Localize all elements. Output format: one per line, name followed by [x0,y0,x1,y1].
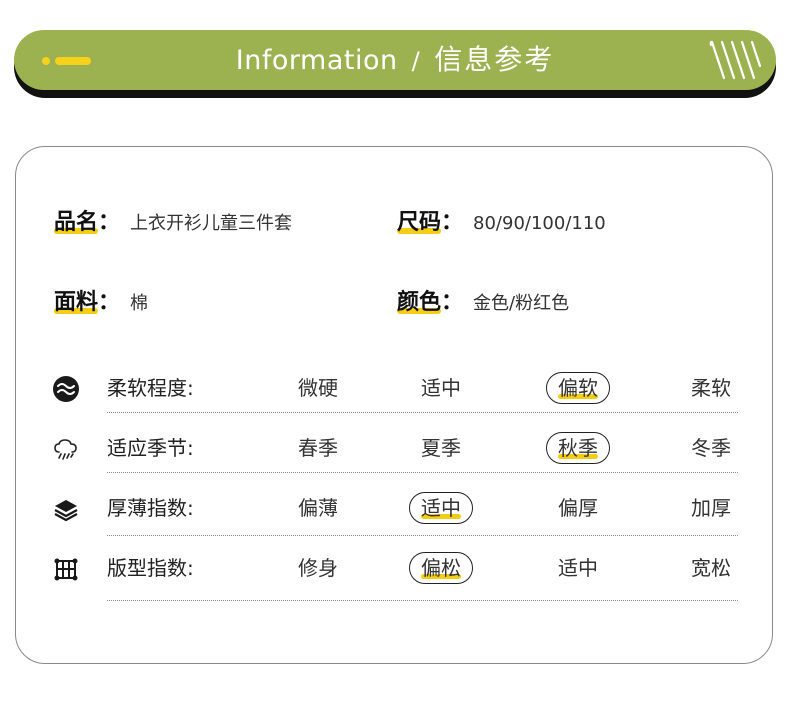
option: 偏厚 [558,496,598,520]
attr-label: 版型指数: [107,556,194,580]
title-en: Information [235,45,398,76]
name-colon: ： [98,210,121,235]
attr-label: 厚薄指数: [107,496,194,520]
option: 宽松 [691,556,731,580]
attr-label: 柔软程度: [107,376,194,400]
color-colon: ： [441,290,464,315]
option: 冬季 [691,436,731,460]
fabric-colon: ： [98,290,121,315]
info-size: 尺码 ： 80/90/100/110 [397,204,606,236]
option: 微硬 [298,376,338,400]
row-divider [107,472,738,473]
attr-row-fit: 版型指数: 修身 偏松 适中 宽松 [0,548,790,588]
fabric-value: 棉 [130,293,149,314]
grid-frame-icon [54,558,78,581]
option-selected: 秋季 [546,432,610,464]
cloud-rain-icon [54,439,77,460]
option: 夏季 [421,436,461,460]
title-cn: 信息参考 [434,43,555,76]
option-selected: 适中 [409,492,473,524]
stripes-icon [709,40,762,80]
name-value: 上衣开衫儿童三件套 [130,213,293,234]
info-fabric: 面料 ： 棉 [54,284,148,316]
row-divider [107,600,738,601]
page-title: Information / 信息参考 [0,42,790,79]
option: 柔软 [691,376,731,400]
option: 春季 [298,436,338,460]
color-label: 颜色 [397,284,442,316]
color-value: 金色/粉红色 [473,293,570,314]
row-divider [107,535,738,536]
fabric-label: 面料 [54,284,99,316]
option-selected: 偏软 [546,372,610,404]
option-selected: 偏松 [409,552,473,584]
size-label: 尺码 [397,204,442,236]
row-divider [107,412,738,413]
attr-row-softness: 柔软程度: 微硬 适中 偏软 柔软 [0,368,790,408]
option: 偏薄 [298,496,338,520]
attr-row-thickness: 厚薄指数: 偏薄 适中 偏厚 加厚 [0,488,790,528]
option: 加厚 [691,496,731,520]
name-label: 品名 [54,204,99,236]
size-colon: ： [441,210,464,235]
attr-label: 适应季节: [107,436,194,460]
option: 适中 [421,376,461,400]
option: 修身 [298,556,338,580]
layers-icon [54,500,78,522]
wave-icon [53,376,79,402]
option: 适中 [558,556,598,580]
size-value: 80/90/100/110 [473,213,606,234]
attr-row-season: 适应季节: 春季 夏季 秋季 冬季 [0,428,790,468]
info-name: 品名 ： 上衣开衫儿童三件套 [54,204,292,236]
title-separator: / [411,47,421,75]
info-color: 颜色 ： 金色/粉红色 [397,284,569,316]
